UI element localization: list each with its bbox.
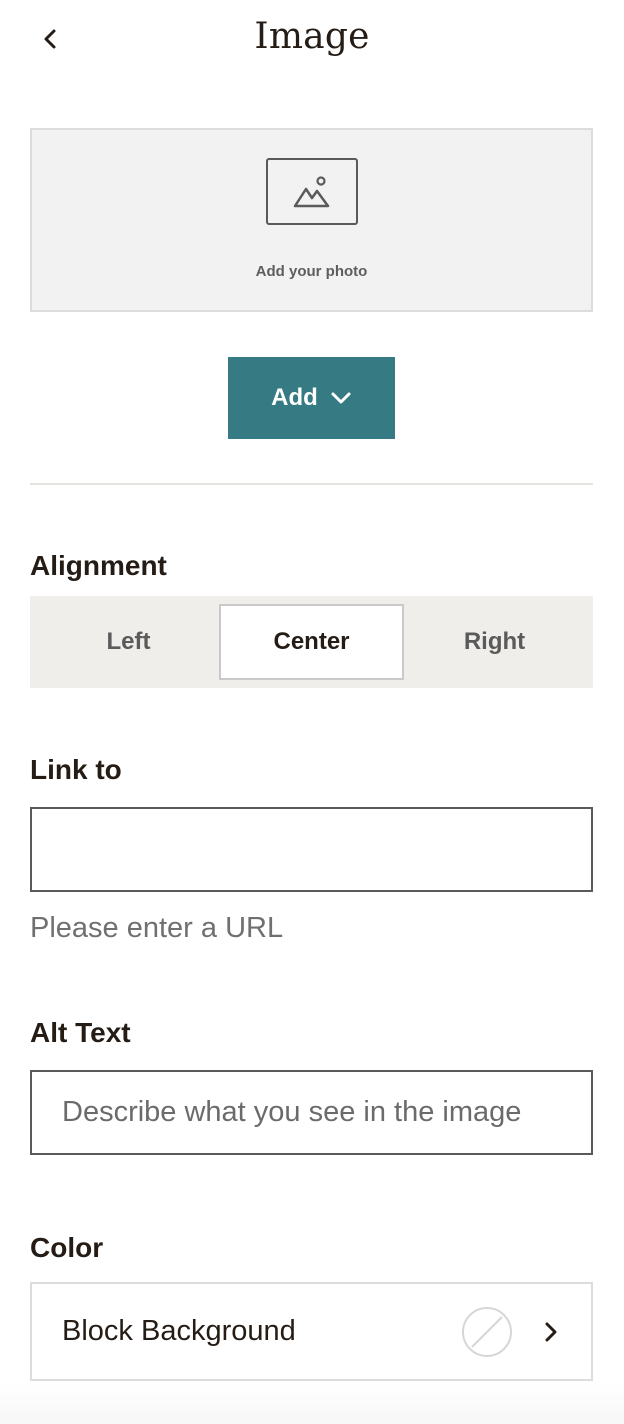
no-color-swatch-icon	[462, 1306, 512, 1357]
alignment-label: Alignment	[30, 550, 167, 581]
bottom-fade	[0, 1384, 624, 1424]
photo-label: Add your photo	[255, 263, 368, 280]
add-button-label: Add	[271, 384, 318, 411]
block-background-label: Block Background	[62, 1315, 296, 1347]
image-icon	[265, 158, 358, 225]
link-to-label: Link to	[30, 754, 122, 785]
block-background-color-row[interactable]: Block Background	[30, 1282, 593, 1381]
chevron-right-icon	[545, 1322, 557, 1341]
alt-text-label: Alt Text	[30, 1017, 131, 1048]
alignment-option-left[interactable]: Left	[38, 604, 219, 680]
link-url-input[interactable]	[30, 807, 593, 892]
alignment-option-center[interactable]: Center	[219, 604, 404, 680]
alignment-segmented-control: Left Center Right	[30, 596, 593, 688]
divider	[30, 483, 593, 485]
add-button[interactable]: Add	[228, 357, 395, 439]
link-helper-text: Please enter a URL	[30, 912, 284, 944]
chevron-down-icon	[331, 392, 351, 404]
alignment-option-right[interactable]: Right	[404, 604, 585, 680]
photo-dropzone[interactable]: Add your photo	[30, 128, 593, 312]
header: Image	[0, 0, 624, 80]
alt-text-input[interactable]	[30, 1070, 593, 1155]
page-title: Image	[254, 16, 370, 57]
image-settings-panel: Image Add your photo Add Alignment Left …	[0, 0, 624, 1424]
color-label: Color	[30, 1232, 104, 1263]
